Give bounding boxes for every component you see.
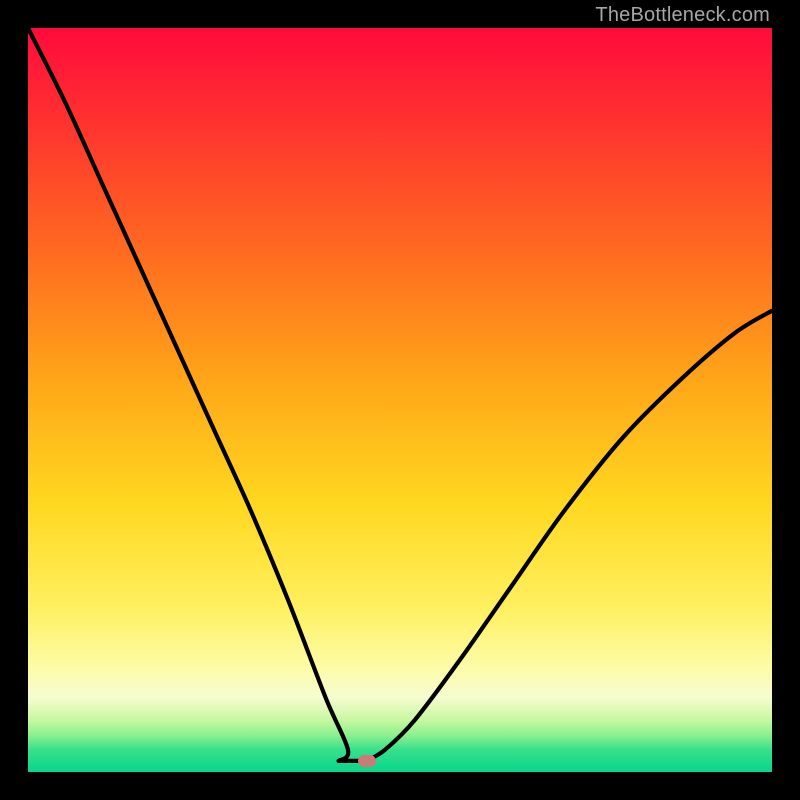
curve-path	[28, 28, 772, 761]
chart-frame: TheBottleneck.com	[0, 0, 800, 800]
optimum-marker	[358, 755, 376, 767]
watermark-text: TheBottleneck.com	[595, 4, 770, 27]
bottleneck-curve	[28, 28, 772, 772]
